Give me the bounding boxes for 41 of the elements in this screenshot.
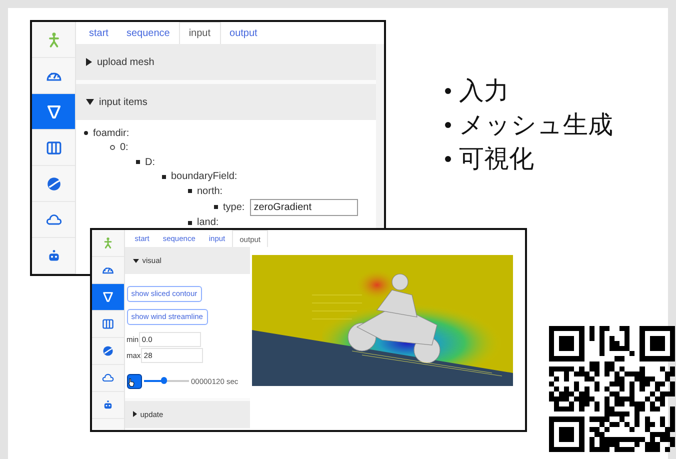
hand-cursor-icon xyxy=(128,378,135,387)
panel-header[interactable]: input items xyxy=(76,84,376,120)
figure-logo-icon xyxy=(102,237,114,249)
map-icon xyxy=(46,140,62,156)
globe-icon xyxy=(102,345,114,357)
bullet-icon xyxy=(445,122,451,128)
tree-label: type: xyxy=(223,202,245,212)
tree-label: boundaryField: xyxy=(171,171,238,182)
cloud-icon xyxy=(102,372,114,384)
bullet-text: 可視化 xyxy=(459,143,534,175)
globe-icon xyxy=(46,176,62,192)
bullet-text: 入力 xyxy=(459,75,509,107)
bullet-icon xyxy=(110,145,115,150)
bullet-icon xyxy=(136,160,140,164)
bullet-icon xyxy=(84,131,88,136)
bullet-icon xyxy=(188,220,192,225)
tree-label: north: xyxy=(197,186,223,197)
bullet-icon xyxy=(214,205,218,209)
bullet-icon xyxy=(188,189,192,194)
tree-label: land: xyxy=(197,217,219,228)
value-field[interactable]: zeroGradient xyxy=(250,198,358,216)
tab[interactable]: output xyxy=(220,22,266,44)
bullet-icon xyxy=(162,174,166,179)
tab[interactable]: sequence xyxy=(117,22,179,44)
sidebar-button[interactable] xyxy=(32,94,75,130)
robot-icon xyxy=(102,399,114,411)
filter-icon xyxy=(102,291,114,303)
tab[interactable]: input xyxy=(178,22,221,44)
cloud-icon xyxy=(46,212,62,228)
tree-label: foamdir: xyxy=(93,128,130,139)
bullet-icon xyxy=(445,88,451,94)
tree-label: 0: xyxy=(120,142,128,154)
panel-header[interactable]: upload mesh xyxy=(76,44,376,80)
sidebar-button[interactable] xyxy=(92,284,124,311)
map-icon xyxy=(102,318,114,330)
slider-thumb[interactable] xyxy=(160,377,168,384)
tab[interactable]: start xyxy=(80,22,118,44)
filter-icon xyxy=(46,104,62,120)
tree-label: D: xyxy=(145,156,155,168)
bullet-text: メッシュ生成 xyxy=(459,109,613,141)
bullet-icon xyxy=(445,156,451,162)
